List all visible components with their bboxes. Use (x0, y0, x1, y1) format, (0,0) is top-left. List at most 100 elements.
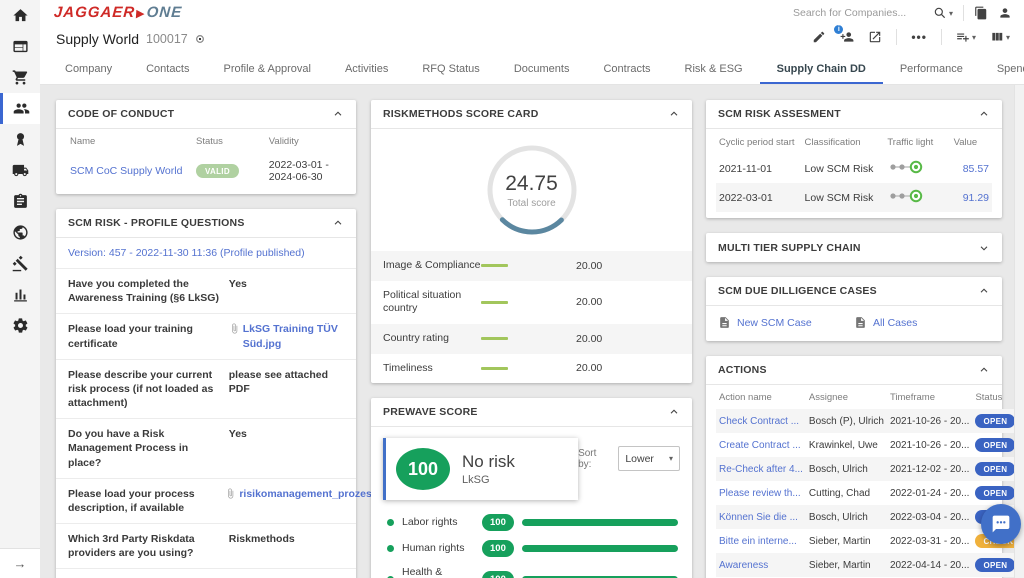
link-label[interactable]: New SCM Case (737, 317, 812, 329)
timeframe: 2022-03-04 - 20... (887, 505, 973, 529)
sidebar-item-auctions[interactable] (0, 248, 40, 279)
paperclip-icon (229, 323, 240, 334)
score-label: Country rating (383, 332, 481, 346)
sidebar-item-clipboard[interactable] (0, 186, 40, 217)
tab-performance[interactable]: Performance (883, 55, 980, 84)
collapse-button[interactable] (332, 108, 344, 120)
tab-risk-esg[interactable]: Risk & ESG (668, 55, 760, 84)
scrollbar-track[interactable] (1014, 85, 1024, 578)
sidebar-expand-button[interactable]: → (0, 548, 40, 578)
actions-table: Action name Assignee Timeframe Status Ch… (716, 385, 1024, 578)
sidebar-item-suppliers[interactable] (0, 93, 40, 124)
add-widget-button[interactable]: ▾ (956, 30, 976, 44)
question-row: Do you have a Risk Management Process in… (56, 418, 356, 478)
sidebar-item-global[interactable] (0, 217, 40, 248)
all-cases-link[interactable]: All Cases (854, 316, 990, 329)
action-name-link[interactable]: Create Contract ... (719, 440, 801, 451)
action-name-link[interactable]: Awareness (719, 560, 768, 571)
sort-select[interactable]: Lower ▾ (618, 446, 680, 471)
tab-documents[interactable]: Documents (497, 55, 587, 84)
traffic-light-green-icon (887, 189, 927, 203)
assign-user-button[interactable]: i (840, 30, 854, 44)
sidebar-item-cart[interactable] (0, 62, 40, 93)
assessment-value-link[interactable]: 91.29 (963, 192, 989, 204)
category-score-pill: 100 (482, 514, 514, 531)
sidebar-item-home[interactable] (0, 0, 40, 31)
title-row: Supply World 100017 i ••• ▾ ▾ (40, 26, 1024, 55)
collapse-button[interactable] (668, 108, 680, 120)
tab-contracts[interactable]: Contracts (586, 55, 667, 84)
collapse-button[interactable] (978, 285, 990, 297)
tab-activities[interactable]: Activities (328, 55, 405, 84)
app-window: → JAGGAER▶ONE ▾ Supply World 100017 (0, 0, 1024, 578)
collapse-button[interactable] (978, 364, 990, 376)
profile-version-link[interactable]: Version: 457 - 2022-11-30 11:36 (Profile… (68, 247, 305, 259)
cart-icon (12, 69, 29, 86)
tab-profile-approval[interactable]: Profile & Approval (207, 55, 328, 84)
company-name: Supply World (56, 31, 139, 47)
column-header: Validity (265, 129, 346, 152)
new-scm-case-link[interactable]: New SCM Case (718, 316, 854, 329)
assignee: Bosch (P), Ulrich (806, 409, 887, 433)
action-name-link[interactable]: Re-Check after 4... (719, 464, 803, 475)
question-text: Please describe your current risk proces… (68, 368, 221, 411)
classification: Low SCM Risk (802, 154, 885, 183)
users-icon (13, 100, 30, 117)
attachment-link[interactable]: LkSG Training TÜV Süd.jpg (243, 322, 344, 350)
tab-contacts[interactable]: Contacts (129, 55, 206, 84)
windows-button[interactable] (974, 6, 988, 20)
edit-button[interactable] (812, 30, 826, 44)
table-row: Re-Check after 4... Bosch, Ulrich 2021-1… (716, 457, 1024, 481)
action-name-link[interactable]: Please review th... (719, 488, 801, 499)
score-row: Political situation country 20.00 (371, 281, 692, 324)
search-input[interactable] (793, 7, 923, 19)
account-button[interactable] (998, 6, 1012, 20)
document-icon (718, 316, 731, 329)
collapse-button[interactable] (978, 108, 990, 120)
trend-dash-icon (481, 337, 508, 340)
open-in-new-button[interactable] (868, 30, 882, 44)
category-label: Health & Safety (402, 566, 474, 578)
assessment-value-link[interactable]: 85.57 (963, 163, 989, 175)
question-text: Have you completed the Awareness Trainin… (68, 277, 221, 305)
cyclic-period-start: 2021-11-01 (716, 154, 802, 183)
coc-name-link[interactable]: SCM CoC Supply World (70, 165, 182, 177)
table-row: Können Sie die ... Bosch, Ulrich 2022-03… (716, 505, 1024, 529)
sort-by-label: Sort by: (578, 448, 612, 470)
tab-company[interactable]: Company (48, 55, 129, 84)
status-badge: VALID (196, 164, 239, 178)
question-row: Which 3rd Party Riskdata providers are y… (56, 523, 356, 568)
action-name-link[interactable]: Check Contract ... (719, 416, 799, 427)
column-header: Action name (716, 385, 806, 409)
action-name-link[interactable]: Können Sie die ... (719, 512, 798, 523)
action-name-link[interactable]: Bitte ein interne... (719, 536, 797, 547)
collapse-button[interactable] (668, 406, 680, 418)
actions-card: ACTIONS Action name Assignee Timeframe S… (706, 356, 1002, 578)
assignee: Sieber, Martin (806, 529, 887, 553)
columns-icon (990, 30, 1004, 44)
more-actions-button[interactable]: ••• (911, 30, 927, 44)
card-title: RISKMETHODS SCORE CARD (383, 108, 539, 120)
sidebar-item-dashboard[interactable] (0, 31, 40, 62)
chevron-up-icon (978, 285, 990, 297)
sidebar-item-logistics[interactable] (0, 155, 40, 186)
search-icon (933, 6, 947, 20)
tab-supply-chain-dd[interactable]: Supply Chain DD (760, 55, 883, 84)
column-header: Value (951, 129, 992, 154)
chat-fab-button[interactable] (981, 504, 1021, 544)
card-title: CODE OF CONDUCT (68, 108, 174, 120)
sidebar-item-settings[interactable] (0, 310, 40, 341)
search-button[interactable]: ▾ (933, 6, 953, 20)
collapse-button[interactable] (332, 217, 344, 229)
risk-subtitle: LkSG (462, 474, 515, 486)
tab-rfq-status[interactable]: RFQ Status (405, 55, 496, 84)
tab-spend[interactable]: Spend (980, 55, 1024, 84)
company-settings-button[interactable] (195, 31, 205, 47)
sidebar-item-analytics[interactable] (0, 279, 40, 310)
score-label: Political situation country (383, 289, 481, 316)
link-label[interactable]: All Cases (873, 317, 917, 329)
sidebar-item-award[interactable] (0, 124, 40, 155)
answer-text: please see attached PDF (229, 368, 344, 411)
expand-button[interactable] (978, 242, 990, 254)
layout-columns-button[interactable]: ▾ (990, 30, 1010, 44)
